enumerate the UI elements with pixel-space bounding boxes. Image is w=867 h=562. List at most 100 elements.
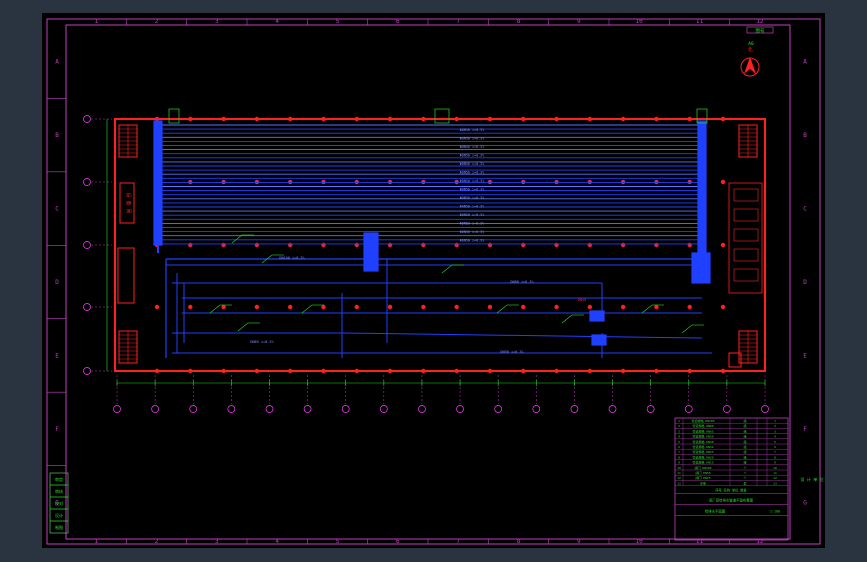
title-block-cell: 10 [773, 466, 777, 470]
annotation-leader [209, 304, 221, 314]
right-room-cell [733, 228, 759, 242]
structural-column [687, 304, 692, 310]
structural-column [521, 368, 526, 374]
branch-line-e [341, 332, 703, 339]
title-block-cell: 9 [678, 461, 680, 465]
pipe-size-label: ΦDN50 i=0.3% [460, 196, 485, 200]
title-block-cell: 12 [677, 476, 681, 480]
title-block-cell: 7 [678, 450, 680, 454]
axis-bubble-col [418, 405, 426, 413]
title-block-cell: 管道规格 DN65 [692, 428, 713, 433]
top-column-label: 11 [696, 18, 704, 25]
axis-bubble-row [83, 115, 91, 123]
title-block-cell: 5 [774, 440, 776, 444]
structural-column [554, 368, 559, 374]
title-block-cell: 3 [774, 429, 776, 433]
axis-bubble-col [227, 405, 236, 413]
structural-column [554, 304, 559, 310]
title-block-cell: 13 [773, 481, 777, 485]
axis-bubble-col [189, 405, 198, 413]
left-wall-recess [117, 247, 135, 304]
title-block-cell: 5 [678, 440, 680, 444]
left-row-label: C [55, 206, 59, 213]
title-block-drawing: 给排水平面图 [705, 509, 726, 514]
pipe-size-label: DN100 i=0.3% [279, 256, 305, 260]
title-block-cell: 阀门 DN50 [695, 470, 710, 475]
pipe-size-label-red: DN40 [578, 298, 586, 302]
bottom-column-label: 7 [456, 538, 460, 545]
axis-bubble-col [151, 405, 159, 413]
title-block-cell: 阀门 DN25 [695, 475, 710, 480]
axis-bubble-col [494, 405, 503, 413]
structural-column [687, 368, 692, 374]
pipe-size-label: DN65 i=0.3% [250, 340, 274, 344]
structural-column [654, 368, 659, 374]
structural-column [720, 368, 726, 374]
drawing-tag-text: 图号 [756, 28, 765, 34]
axis-bubble-col [761, 405, 769, 413]
title-block-cell: 管道规格 DN32 [692, 444, 713, 449]
title-block-cell: 管道规格 DN25 [692, 449, 713, 454]
axis-bubble-col [532, 405, 541, 413]
structural-column [720, 242, 726, 248]
pipe-size-label: DN80 i=0.3% [510, 280, 534, 284]
annotation-leader [237, 322, 249, 332]
pipe-size-label: ΦDN50 i=0.3% [460, 162, 485, 166]
annotation-leader [641, 304, 653, 314]
roof-drain-left [168, 108, 180, 124]
annotation-leader [561, 314, 573, 324]
title-block-cell: 11 [677, 471, 681, 475]
valve-cluster-b [591, 334, 607, 346]
title-block-cell: 管道规格 DN50 [692, 434, 713, 439]
right-row-label: D [803, 279, 807, 286]
bottom-column-label: 12 [756, 538, 764, 545]
title-block-cell: 组 [743, 428, 746, 433]
pipe-size-label: ΦDN50 i=0.3% [460, 230, 485, 234]
structural-column [587, 368, 593, 374]
structural-column [421, 368, 426, 374]
title-block-scale: 1:100 [770, 510, 780, 514]
structural-column [254, 368, 260, 374]
designer-stamp-text: 设 计 单 位 [800, 476, 823, 482]
structural-column [354, 304, 359, 310]
pipe-size-label: ΦDN50 i=0.3% [460, 213, 485, 217]
annotation-leader [441, 264, 453, 274]
pipe-size-label: ΦDN50 i=0.3% [460, 188, 485, 192]
top-column-label: 8 [517, 18, 521, 25]
floor-plan-drawing: 1 2 3 4 5 6 7 8 9 10 11 121 2 3 4 5 6 7 8 9 10 11 12ABCDEFGABC… [46, 18, 824, 545]
structural-column [321, 116, 326, 122]
title-block-cell: 阀门 DN100 [695, 465, 712, 470]
title-block-cell: 1 [678, 419, 680, 423]
bottom-column-label: 6 [396, 538, 400, 545]
structural-column [221, 304, 226, 310]
structural-column [354, 368, 359, 374]
right-room-cell [733, 188, 759, 202]
title-block-cell: 8 [774, 455, 776, 459]
right-room-cell [733, 248, 759, 262]
structural-column [720, 179, 726, 185]
structural-column [188, 116, 193, 122]
axis-bubble-col [113, 405, 121, 413]
title-block-cell: 6 [678, 445, 680, 449]
title-block-cell: 组 [743, 454, 746, 459]
title-block-cell: 组 [743, 423, 746, 428]
title-block-project: 某厂房给排水管道平面布置图 [709, 498, 754, 503]
title-block-cell: 支架 [700, 480, 706, 485]
axis-bubble-col [723, 405, 731, 413]
structural-column [687, 116, 692, 122]
cad-drawing-sheet: 1 2 3 4 5 6 7 8 9 10 11 12 1 2 3 4 5 6 7 8 9 10 11 12 A B C D E F G A B C… [42, 13, 825, 548]
bottom-column-label: 5 [336, 538, 340, 545]
pipe-size-label: ΦDN50 i=0.3% [460, 222, 485, 226]
roof-drain-center [434, 108, 450, 124]
structural-column [387, 304, 393, 310]
top-column-label: 7 [456, 18, 460, 25]
top-column-label: 3 [215, 18, 219, 25]
title-block-cell: 3 [678, 429, 680, 433]
structural-column [221, 116, 226, 122]
structural-column [254, 116, 260, 122]
right-row-label: F [803, 426, 807, 433]
structural-column [487, 304, 493, 310]
title-block-cell: 组 [743, 444, 746, 449]
structural-column [188, 304, 193, 310]
structural-column [254, 304, 260, 310]
